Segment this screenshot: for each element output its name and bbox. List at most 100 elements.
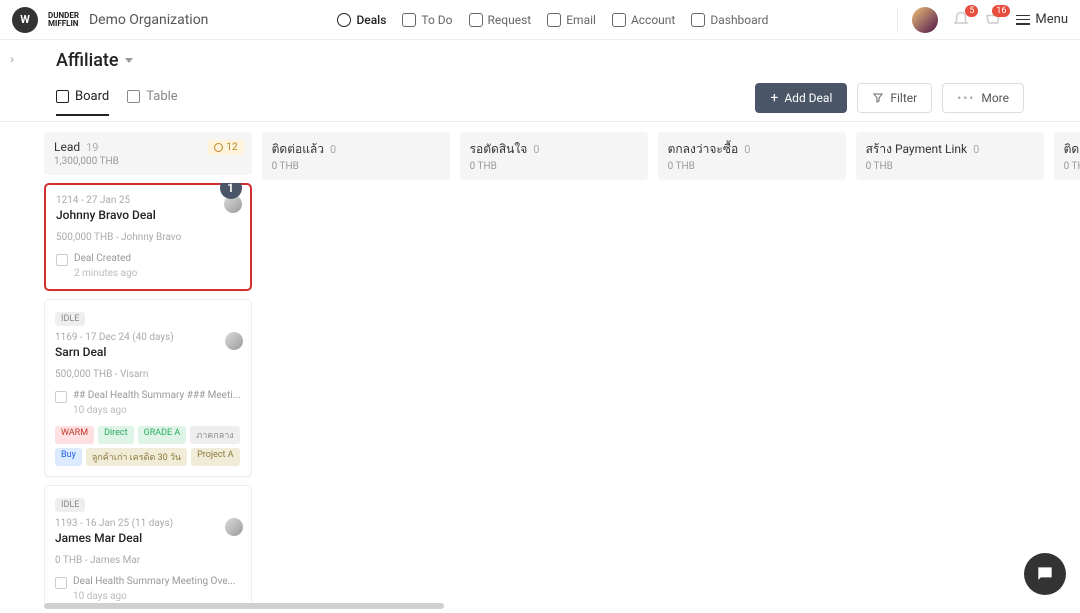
chat-icon [1035, 564, 1055, 584]
deal-card[interactable]: IDLE 1193 - 16 Jan 25 (11 days) James Ma… [44, 485, 252, 603]
filter-button[interactable]: Filter [857, 83, 932, 113]
request-icon [469, 13, 483, 27]
more-button[interactable]: ••• More [942, 83, 1024, 113]
header-nav: Deals To Do Request Email Account Dashbo… [337, 13, 768, 27]
column-name: ติดต่อแล้ว [272, 140, 324, 159]
column-count: 0 [973, 143, 979, 156]
more-label: More [981, 91, 1009, 105]
kanban-board: Lead 19 1,300,000 THB 12 1 1214 - 27 Jan… [0, 122, 1080, 613]
column-header[interactable]: รอตัดสินใจ0 0 THB [460, 132, 648, 180]
filter-label: Filter [890, 91, 917, 105]
header-right: 5 16 Menu [897, 7, 1068, 33]
board-actions: + Add Deal Filter ••• More [755, 83, 1024, 121]
column-count: 0 [533, 143, 539, 156]
tag: WARM [55, 426, 94, 444]
card-meta: 1214 - 27 Jan 25 [56, 195, 240, 206]
deal-card[interactable]: 1 1214 - 27 Jan 25 Johnny Bravo Deal 500… [44, 183, 252, 291]
app-logo-icon[interactable]: W [12, 7, 38, 33]
tabs-row: Board Table + Add Deal Filter ••• More [56, 83, 1024, 121]
activity-icon [55, 391, 67, 403]
nav-request[interactable]: Request [469, 13, 532, 27]
card-title: Sarn Deal [55, 345, 241, 359]
column-count: 0 [744, 143, 750, 156]
deals-icon [337, 13, 351, 27]
column-header[interactable]: ติดตามให้ชำระเงิน0 0 THB [1054, 132, 1080, 180]
tag: GRADE A [138, 426, 187, 444]
nav-email[interactable]: Email [547, 13, 596, 27]
view-tabs: Board Table [56, 89, 178, 116]
subheader: ›› Affiliate Board Table + Add Deal Filt… [0, 40, 1080, 122]
nav-account[interactable]: Account [612, 13, 675, 27]
nav-label: Request [488, 13, 532, 27]
top-header: W DUNDER MIFFLIN Demo Organization Deals… [0, 0, 1080, 40]
email-icon [547, 13, 561, 27]
column-subtotal: 1,300,000 THB [54, 156, 242, 167]
tag: ลูกค้าเก่า เครดิต 30 วัน [86, 448, 187, 466]
card-subtitle: 500,000 THB - Johnny Bravo [56, 232, 240, 243]
column-name: รอตัดสินใจ [470, 140, 528, 159]
chevron-down-icon [125, 58, 133, 63]
card-meta: 1193 - 16 Jan 25 (11 days) [55, 518, 241, 529]
tag: Direct [98, 426, 134, 444]
card-subtitle: 500,000 THB - Visarn [55, 369, 241, 380]
column-header[interactable]: Lead 19 1,300,000 THB 12 [44, 132, 252, 175]
dashboard-icon [691, 13, 705, 27]
hamburger-icon [1016, 15, 1030, 25]
nav-label: Dashboard [710, 13, 768, 27]
card-tags: WARM Direct GRADE A ภาคกลาง Buy ลูกค้าเก… [55, 426, 241, 466]
column-subtotal: 0 THB [668, 161, 836, 172]
column-name: ตกลงว่าจะซื้อ [668, 140, 739, 159]
add-deal-label: Add Deal [784, 91, 832, 105]
column-stage: สร้าง Payment Link 0 0 THB [856, 132, 1044, 603]
column-header[interactable]: ติดต่อแล้ว0 0 THB [262, 132, 450, 180]
activity-text: Deal Created [74, 253, 240, 264]
column-subtotal: 0 THB [1064, 161, 1080, 172]
tab-table[interactable]: Table [127, 89, 177, 116]
menu-button[interactable]: Menu [1016, 12, 1068, 27]
pipeline-name: Affiliate [56, 50, 119, 71]
expand-sidebar-icon[interactable]: ›› [10, 52, 11, 66]
nav-todo[interactable]: To Do [402, 13, 452, 27]
table-icon [127, 90, 140, 103]
column-header[interactable]: สร้าง Payment Link 0 0 THB [856, 132, 1044, 180]
nav-deals[interactable]: Deals [337, 13, 386, 27]
org-name[interactable]: Demo Organization [89, 12, 208, 28]
plus-icon: + [770, 91, 778, 105]
header-left: W DUNDER MIFFLIN Demo Organization [12, 7, 208, 33]
board-icon [56, 90, 69, 103]
activity-icon [56, 254, 68, 266]
tab-board[interactable]: Board [56, 89, 109, 116]
card-title: James Mar Deal [55, 531, 241, 545]
card-activity: Deal Created [56, 253, 240, 266]
notification-cart[interactable]: 16 [984, 11, 1002, 29]
card-meta: 1169 - 17 Dec 24 (40 days) [55, 332, 241, 343]
clock-icon [214, 143, 223, 152]
add-deal-button[interactable]: + Add Deal [755, 83, 847, 113]
notif-badge: 5 [965, 5, 978, 18]
activity-time: 2 minutes ago [74, 268, 240, 279]
deal-card[interactable]: IDLE 1169 - 17 Dec 24 (40 days) Sarn Dea… [44, 299, 252, 477]
column-name: สร้าง Payment Link [866, 140, 967, 159]
card-activity: ## Deal Health Summary ### Meeti... [55, 390, 241, 403]
pipeline-selector[interactable]: Affiliate [56, 50, 1024, 71]
owner-avatar [225, 518, 243, 536]
dots-icon: ••• [957, 91, 975, 105]
badge-count: 12 [226, 142, 237, 153]
column-name: ติดตามให้ชำระเงิน [1064, 140, 1080, 159]
notification-bell[interactable]: 5 [952, 11, 970, 29]
column-subtotal: 0 THB [866, 161, 1034, 172]
todo-icon [402, 13, 416, 27]
activity-text: Deal Health Summary Meeting Ove... [73, 576, 241, 587]
horizontal-scrollbar[interactable] [44, 603, 444, 609]
idle-tag: IDLE [55, 498, 85, 512]
activity-text: ## Deal Health Summary ### Meeti... [73, 390, 241, 401]
column-header[interactable]: ตกลงว่าจะซื้อ 0 0 THB [658, 132, 846, 180]
column-count: 0 [330, 143, 336, 156]
column-idle-badge: 12 [208, 140, 243, 155]
user-avatar[interactable] [912, 7, 938, 33]
card-title: Johnny Bravo Deal [56, 208, 240, 222]
idle-tag: IDLE [55, 312, 85, 326]
column-lead: Lead 19 1,300,000 THB 12 1 1214 - 27 Jan… [44, 132, 252, 603]
nav-dashboard[interactable]: Dashboard [691, 13, 768, 27]
chat-fab[interactable] [1024, 553, 1066, 595]
